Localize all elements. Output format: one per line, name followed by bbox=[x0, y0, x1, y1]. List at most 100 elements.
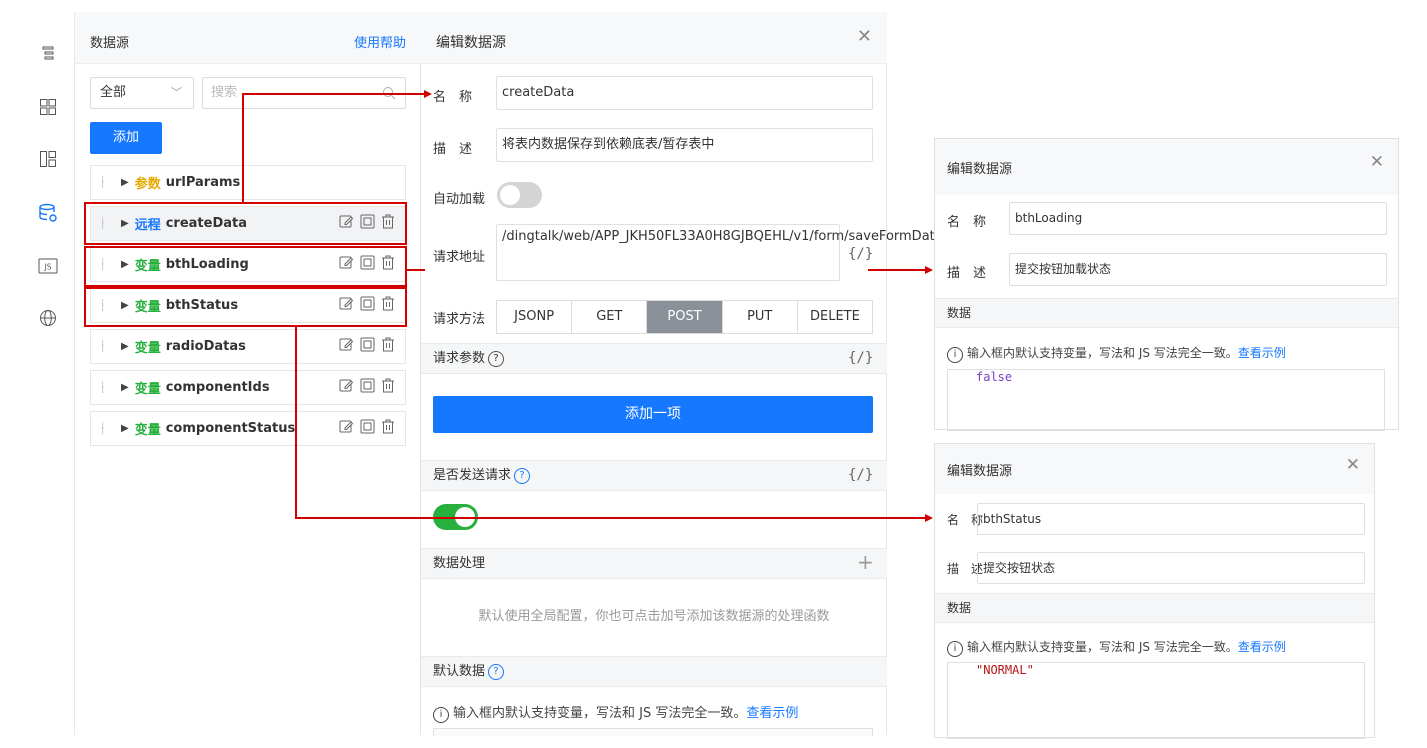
expand-triangle-icon[interactable]: ▶ bbox=[121, 177, 129, 188]
svg-text:JS: JS bbox=[44, 263, 52, 272]
annotation-line bbox=[242, 93, 244, 203]
method-option[interactable]: JSONP bbox=[497, 301, 573, 333]
copy-icon[interactable] bbox=[360, 337, 375, 356]
desc-input[interactable]: 将表内数据保存到依赖底表/暂存表中 bbox=[496, 128, 873, 162]
data-section: 数据 bbox=[935, 593, 1374, 623]
search-placeholder: 搜索 bbox=[211, 85, 238, 100]
globe-icon[interactable] bbox=[37, 307, 59, 329]
url-input[interactable]: /dingtalk/web/APP_JKH50FL33A0H8GJBQEHL/v… bbox=[496, 224, 973, 281]
desc-input[interactable]: 提交按钮状态 bbox=[977, 552, 1365, 584]
close-icon[interactable]: ✕ bbox=[857, 26, 872, 47]
datasource-item[interactable]: ⁞ ⁞ ▶ 变量 componentIds bbox=[90, 370, 406, 405]
method-label: 请求方法 bbox=[433, 312, 486, 327]
datasource-type: 变量 bbox=[134, 423, 161, 438]
info-text: 输入框内默认支持变量，写法和 JS 写法完全一致。 bbox=[967, 346, 1238, 360]
copy-icon[interactable] bbox=[360, 378, 375, 397]
method-option[interactable]: GET bbox=[572, 301, 648, 333]
close-icon[interactable]: ✕ bbox=[1370, 152, 1384, 172]
annotation-line bbox=[295, 517, 925, 519]
desc-input[interactable]: 提交按钮加载状态 bbox=[1009, 253, 1387, 286]
datasource-name: urlParams bbox=[165, 175, 241, 190]
default-code-editor[interactable] bbox=[433, 728, 873, 736]
annotation-arrow bbox=[925, 514, 933, 522]
add-datasource-button[interactable]: 添加 bbox=[90, 122, 162, 154]
components-icon[interactable] bbox=[37, 96, 59, 118]
help-icon[interactable]: ? bbox=[514, 467, 531, 484]
example-link[interactable]: 查看示例 bbox=[1238, 346, 1286, 360]
name-input[interactable]: bthLoading bbox=[1009, 202, 1387, 235]
name-input[interactable]: createData bbox=[496, 76, 873, 110]
method-option[interactable]: POST bbox=[647, 301, 723, 333]
annotation-line bbox=[407, 269, 425, 271]
data-section: 数据 bbox=[935, 298, 1398, 328]
edit-icon[interactable] bbox=[339, 378, 354, 397]
datasource-item[interactable]: ⁞ ⁞ ▶ 变量 componentStatus bbox=[90, 411, 406, 446]
datasource-item[interactable]: ⁞ ⁞ ▶ 变量 radioDatas bbox=[90, 329, 406, 364]
send-label: 是否发送请求 bbox=[433, 468, 512, 483]
info-text: 输入框内默认支持变量，写法和 JS 写法完全一致。 bbox=[453, 706, 747, 721]
info-text: 输入框内默认支持变量，写法和 JS 写法完全一致。 bbox=[967, 640, 1238, 654]
datasource-name: radioDatas bbox=[165, 339, 246, 354]
edit-icon[interactable] bbox=[339, 419, 354, 438]
icon-sidebar: JS bbox=[20, 12, 75, 735]
desc-label: 描 述 bbox=[947, 266, 987, 281]
datasource-type: 变量 bbox=[134, 341, 161, 356]
method-segmented-control: JSONP GET POST PUT DELETE bbox=[496, 300, 873, 334]
help-icon[interactable]: ? bbox=[488, 663, 505, 680]
method-option[interactable]: PUT bbox=[723, 301, 798, 333]
datasource-panel: 数据源 使用帮助 全部 ﹀ 搜索 添加 ⁞ ⁞ ▶ 参数 urlParams ⁞ ⁞ ▶ 远程 c… bbox=[75, 12, 421, 735]
drag-handle-icon[interactable]: ⁞ ⁞ bbox=[101, 380, 109, 395]
url-label: 请求地址 bbox=[433, 250, 486, 265]
example-link[interactable]: 查看示例 bbox=[1238, 640, 1286, 654]
delete-icon[interactable] bbox=[381, 419, 395, 438]
chevron-down-icon: ﹀ bbox=[171, 86, 182, 99]
delete-icon[interactable] bbox=[381, 378, 395, 397]
layout-icon[interactable] bbox=[37, 148, 59, 170]
annotation-arrow bbox=[925, 266, 933, 274]
autoload-label: 自动加载 bbox=[433, 192, 486, 207]
help-link[interactable]: 使用帮助 bbox=[354, 32, 406, 51]
drag-handle-icon[interactable]: ⁞ ⁞ bbox=[101, 175, 109, 190]
send-expression-icon[interactable]: {/} bbox=[848, 467, 873, 483]
outline-icon[interactable] bbox=[37, 42, 59, 64]
expand-triangle-icon[interactable]: ▶ bbox=[121, 382, 129, 393]
params-expression-icon[interactable]: {/} bbox=[848, 350, 873, 366]
send-section: 是否发送请求? bbox=[421, 460, 887, 491]
method-option[interactable]: DELETE bbox=[798, 301, 872, 333]
edit-title: 编辑数据源 bbox=[436, 35, 506, 51]
autoload-toggle[interactable] bbox=[497, 182, 542, 208]
js-icon[interactable]: JS bbox=[37, 255, 59, 277]
expand-triangle-icon[interactable]: ▶ bbox=[121, 341, 129, 352]
add-handler-plus-icon[interactable]: + bbox=[857, 550, 874, 574]
close-icon[interactable]: ✕ bbox=[1346, 455, 1360, 475]
code-editor[interactable]: "NORMAL" bbox=[947, 662, 1365, 739]
drag-handle-icon[interactable]: ⁞ ⁞ bbox=[101, 339, 109, 354]
datasource-type: 参数 bbox=[134, 177, 161, 192]
popup-title: 编辑数据源 bbox=[947, 162, 1013, 177]
example-link[interactable]: 查看示例 bbox=[746, 706, 798, 721]
filter-value: 全部 bbox=[100, 85, 127, 100]
datasource-name: componentIds bbox=[165, 380, 270, 395]
delete-icon[interactable] bbox=[381, 337, 395, 356]
name-label: 名 称 bbox=[433, 90, 473, 105]
drag-handle-icon[interactable]: ⁞ ⁞ bbox=[101, 421, 109, 436]
expand-triangle-icon[interactable]: ▶ bbox=[121, 423, 129, 434]
default-info: i 输入框内默认支持变量，写法和 JS 写法完全一致。查看示例 bbox=[433, 702, 798, 723]
url-expression-icon[interactable]: {/} bbox=[848, 246, 873, 262]
add-item-button[interactable]: 添加一项 bbox=[433, 396, 873, 433]
info-icon: i bbox=[947, 641, 963, 657]
highlight-bthloading bbox=[84, 246, 407, 287]
datasource-type: 变量 bbox=[134, 382, 161, 397]
help-icon[interactable]: ? bbox=[488, 350, 505, 367]
datasource-item[interactable]: ⁞ ⁞ ▶ 参数 urlParams bbox=[90, 165, 406, 200]
code-editor[interactable]: false bbox=[947, 369, 1385, 431]
params-label: 请求参数 bbox=[433, 351, 486, 366]
datasource-name: componentStatus bbox=[165, 421, 296, 436]
datasource-title: 数据源 bbox=[90, 36, 130, 51]
datasource-icon[interactable] bbox=[37, 202, 59, 224]
name-input[interactable]: bthStatus bbox=[977, 503, 1365, 535]
copy-icon[interactable] bbox=[360, 419, 375, 438]
annotation-line bbox=[295, 326, 297, 519]
filter-select[interactable]: 全部 ﹀ bbox=[90, 77, 194, 109]
edit-icon[interactable] bbox=[339, 337, 354, 356]
